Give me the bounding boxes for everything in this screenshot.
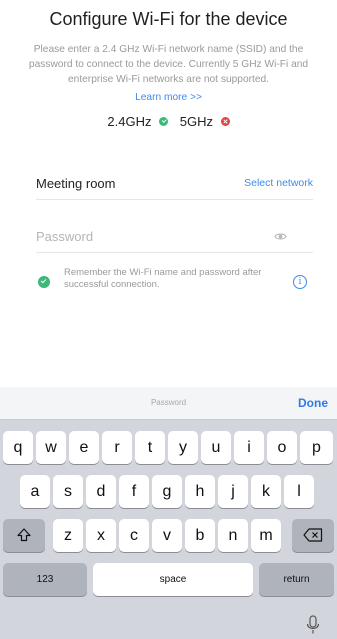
band-24ghz-label: 2.4GHz [107, 114, 152, 129]
key-g[interactable]: g [152, 475, 182, 508]
keyboard-toolbar: Password Done [0, 387, 337, 420]
space-key[interactable]: space [93, 563, 253, 596]
eye-icon[interactable] [274, 230, 287, 243]
key-u[interactable]: u [201, 431, 231, 464]
keyboard: Password Done q w e r t y u i o p a s d … [0, 387, 337, 639]
key-o[interactable]: o [267, 431, 297, 464]
key-y[interactable]: y [168, 431, 198, 464]
key-s[interactable]: s [53, 475, 83, 508]
key-l[interactable]: l [284, 475, 314, 508]
shift-icon [17, 528, 31, 542]
done-button[interactable]: Done [298, 396, 328, 410]
band-5ghz: 5GHz [180, 114, 230, 129]
select-network-button[interactable]: Select network [244, 177, 313, 189]
key-d[interactable]: d [86, 475, 116, 508]
key-h[interactable]: h [185, 475, 215, 508]
key-q[interactable]: q [3, 431, 33, 464]
remember-option[interactable]: Remember the Wi-Fi name and password aft… [36, 264, 313, 294]
ssid-field[interactable]: Meeting room Select network [36, 170, 313, 200]
password-field[interactable]: Password [36, 223, 313, 253]
microphone-icon[interactable] [305, 615, 321, 635]
page-title: Configure Wi-Fi for the device [49, 9, 288, 29]
info-icon[interactable]: i [293, 275, 307, 289]
key-j[interactable]: j [218, 475, 248, 508]
key-k[interactable]: k [251, 475, 281, 508]
password-placeholder[interactable]: Password [36, 229, 93, 244]
shift-key[interactable] [3, 519, 45, 552]
cross-circle-icon [220, 117, 230, 126]
key-b[interactable]: b [185, 519, 215, 552]
key-z[interactable]: z [53, 519, 83, 552]
remember-text: Remember the Wi-Fi name and password aft… [64, 267, 262, 290]
check-circle-icon [159, 117, 169, 126]
key-f[interactable]: f [119, 475, 149, 508]
key-t[interactable]: t [135, 431, 165, 464]
key-c[interactable]: c [119, 519, 149, 552]
key-i[interactable]: i [234, 431, 264, 464]
key-w[interactable]: w [36, 431, 66, 464]
band-support: 2.4GHz 5GHz [0, 114, 337, 129]
key-v[interactable]: v [152, 519, 182, 552]
keyboard-field-label: Password [150, 398, 187, 407]
band-5ghz-label: 5GHz [179, 114, 213, 129]
ssid-value[interactable]: Meeting room [36, 176, 115, 191]
check-circle-icon[interactable] [38, 276, 50, 288]
key-a[interactable]: a [20, 475, 50, 508]
key-p[interactable]: p [300, 431, 333, 464]
key-m[interactable]: m [251, 519, 281, 552]
key-r[interactable]: r [102, 431, 132, 464]
backspace-icon [303, 528, 323, 542]
key-n[interactable]: n [218, 519, 248, 552]
key-x[interactable]: x [86, 519, 116, 552]
band-24ghz: 2.4GHz [107, 114, 169, 129]
backspace-key[interactable] [292, 519, 334, 552]
instructions-text: Please enter a 2.4 GHz Wi-Fi network nam… [28, 44, 309, 85]
numbers-key[interactable]: 123 [3, 563, 87, 596]
key-e[interactable]: e [69, 431, 99, 464]
return-key[interactable]: return [259, 563, 334, 596]
learn-more-link[interactable]: Learn more >> [0, 92, 337, 103]
